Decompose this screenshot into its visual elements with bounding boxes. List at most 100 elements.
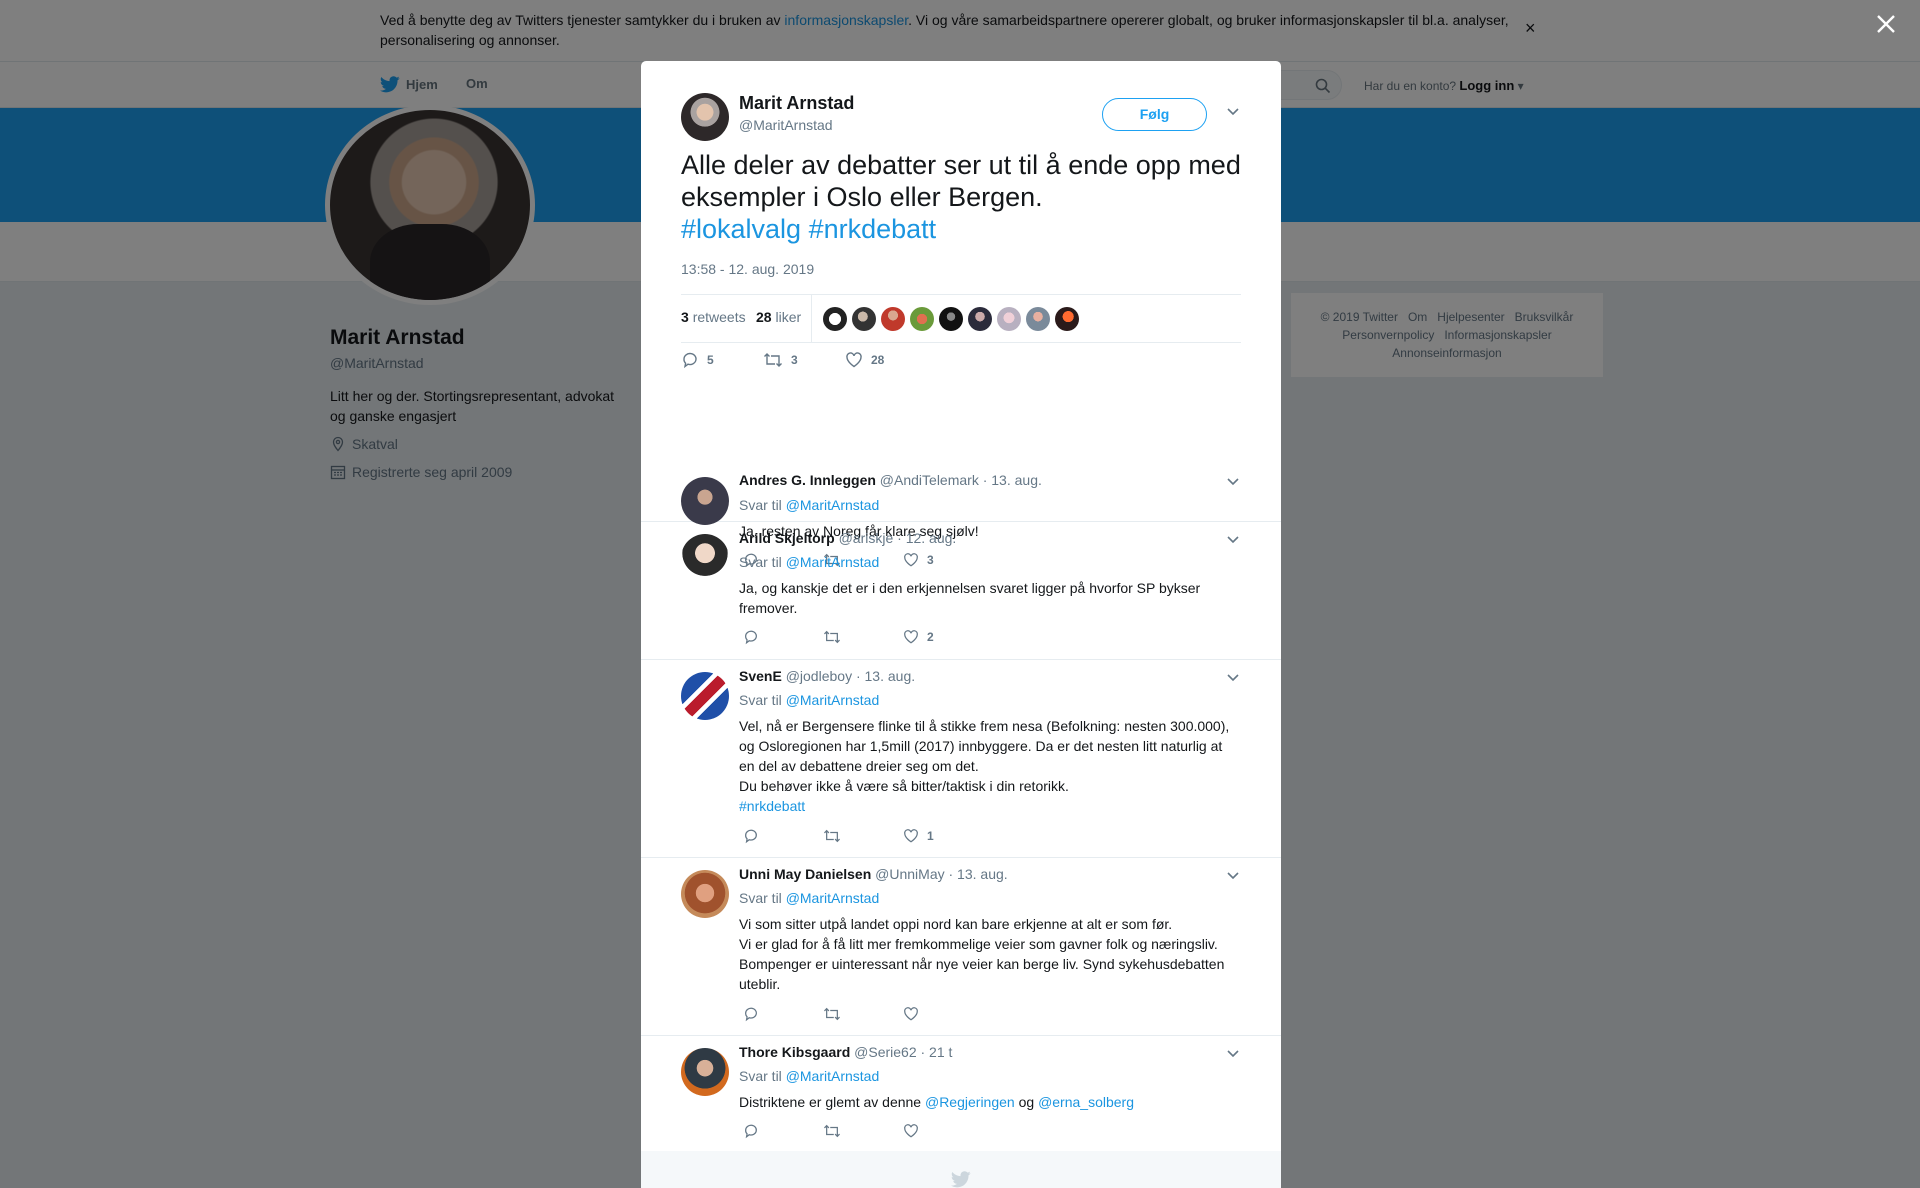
reply-author-handle[interactable]: @ariskje: [839, 530, 894, 546]
retweet-icon: [824, 630, 840, 644]
like-button[interactable]: [903, 1006, 983, 1022]
hashtag-link[interactable]: #nrkdebatt: [809, 214, 937, 244]
reply-count: 5: [707, 353, 714, 367]
reply-date[interactable]: · 12. aug.: [897, 530, 956, 546]
reply-date[interactable]: · 13. aug.: [983, 472, 1042, 488]
mention-link[interactable]: @erna_solberg: [1038, 1094, 1134, 1110]
avatar[interactable]: [910, 307, 934, 331]
avatar[interactable]: [681, 93, 729, 141]
hashtag-link[interactable]: #lokalvalg: [681, 214, 801, 244]
reply-button[interactable]: [743, 1123, 823, 1139]
chevron-down-icon[interactable]: [1226, 1049, 1240, 1059]
retweet-button[interactable]: [823, 1006, 903, 1022]
avatar[interactable]: [823, 307, 847, 331]
reply-text: Vi som sitter utpå landet oppi nord kan …: [739, 914, 1239, 994]
reply-button[interactable]: [743, 1006, 823, 1022]
chevron-down-icon[interactable]: [1226, 477, 1240, 487]
avatar[interactable]: [681, 1048, 729, 1096]
reply-to-label: Svar til: [739, 1068, 782, 1084]
reply-button[interactable]: 5: [681, 351, 763, 369]
reply-date[interactable]: · 13. aug.: [949, 866, 1008, 882]
reply-to: Svar til @MaritArnstad: [739, 554, 879, 570]
reply-text-line: og: [1018, 1094, 1035, 1110]
reply-author-name[interactable]: SvenE: [739, 668, 782, 684]
reply-to-label: Svar til: [739, 692, 782, 708]
reply-tweet[interactable]: Arild Skjeltorp @ariskje · 12. aug. Svar…: [641, 522, 1281, 660]
reply-to: Svar til @MaritArnstad: [739, 497, 879, 513]
hashtag-link[interactable]: #nrkdebatt: [739, 798, 805, 814]
reply-author-name[interactable]: Thore Kibsgaard: [739, 1044, 850, 1060]
avatar[interactable]: [852, 307, 876, 331]
reply-text-line: Du behøver ikke å være så bitter/taktisk…: [739, 778, 1069, 794]
avatar[interactable]: [681, 672, 729, 720]
likes-stat[interactable]: 28 liker: [756, 309, 801, 325]
tweet-timestamp: 13:58 - 12. aug. 2019: [681, 261, 815, 277]
mention-link[interactable]: @MaritArnstad: [786, 554, 880, 570]
mention-link[interactable]: @MaritArnstad: [786, 497, 880, 513]
mention-link[interactable]: @MaritArnstad: [786, 692, 880, 708]
tweet-text: Alle deler av debatter ser ut til å ende…: [681, 149, 1241, 245]
reply-icon: [745, 829, 757, 844]
mention-link[interactable]: @Regjeringen: [925, 1094, 1015, 1110]
reply-text: Ja, og kanskje det er i den erkjennelsen…: [739, 580, 1201, 616]
reply-tweet[interactable]: Unni May Danielsen @UnniMay · 13. aug. S…: [641, 858, 1281, 1036]
reply-date[interactable]: · 13. aug.: [856, 668, 915, 684]
heart-icon: [904, 1007, 918, 1021]
reply-icon: [745, 1007, 757, 1022]
chevron-down-icon[interactable]: [1226, 673, 1240, 683]
reply-date[interactable]: · 21 t: [921, 1044, 953, 1060]
tweet-author-handle[interactable]: @MaritArnstad: [739, 117, 833, 133]
tweet-text-body: Alle deler av debatter ser ut til å ende…: [681, 150, 1241, 212]
avatar[interactable]: [968, 307, 992, 331]
avatar[interactable]: [881, 307, 905, 331]
tweet-modal: Marit Arnstad @MaritArnstad Følg Alle de…: [641, 61, 1281, 1188]
reply-actions: [743, 1006, 983, 1022]
tweet-actions: 5 3 28: [681, 351, 927, 369]
chevron-down-icon[interactable]: [1226, 107, 1240, 117]
avatar[interactable]: [939, 307, 963, 331]
reply-to-label: Svar til: [739, 890, 782, 906]
reply-actions: 1: [743, 828, 983, 844]
chevron-down-icon[interactable]: [1226, 871, 1240, 881]
tweet-author-name[interactable]: Marit Arnstad: [739, 93, 854, 114]
reply-button[interactable]: [743, 828, 823, 844]
like-button[interactable]: 2: [903, 629, 983, 645]
retweet-button[interactable]: [823, 629, 903, 645]
close-icon[interactable]: [1874, 12, 1898, 36]
reply-tweet[interactable]: Andres G. Innleggen @AndiTelemark · 13. …: [641, 417, 1281, 568]
avatar[interactable]: [681, 477, 729, 525]
reply-author-handle[interactable]: @jodleboy: [786, 668, 852, 684]
reply-author-handle[interactable]: @Serie62: [854, 1044, 916, 1060]
like-count: 28: [871, 353, 885, 367]
avatar[interactable]: [1055, 307, 1079, 331]
reply-author-handle[interactable]: @UnniMay: [875, 866, 944, 882]
retweet-button[interactable]: [823, 828, 903, 844]
likes-count: 28: [756, 309, 772, 325]
retweet-stat[interactable]: 3 retweets: [681, 309, 746, 325]
tweet-stats: 3 retweets 28 liker: [681, 294, 1241, 343]
mention-link[interactable]: @MaritArnstad: [786, 890, 880, 906]
reply-tweet[interactable]: Thore Kibsgaard @Serie62 · 21 t Svar til…: [641, 1036, 1281, 1151]
retweet-button[interactable]: [823, 1123, 903, 1139]
avatar[interactable]: [1026, 307, 1050, 331]
reply-author-handle[interactable]: @AndiTelemark: [880, 472, 979, 488]
reply-header: Arild Skjeltorp @ariskje · 12. aug.: [739, 530, 956, 546]
reply-author-name[interactable]: Arild Skjeltorp: [739, 530, 835, 546]
reply-icon: [745, 630, 757, 645]
like-button[interactable]: [903, 1123, 983, 1139]
follow-button[interactable]: Følg: [1102, 98, 1207, 131]
stats-divider: [811, 295, 812, 342]
like-button[interactable]: 1: [903, 828, 983, 844]
chevron-down-icon[interactable]: [1226, 535, 1240, 545]
avatar[interactable]: [681, 534, 729, 582]
reply-author-name[interactable]: Andres G. Innleggen: [739, 472, 876, 488]
reply-button[interactable]: [743, 629, 823, 645]
mention-link[interactable]: @MaritArnstad: [786, 1068, 880, 1084]
retweet-button[interactable]: 3: [763, 351, 845, 369]
heart-icon: [904, 829, 918, 843]
reply-author-name[interactable]: Unni May Danielsen: [739, 866, 871, 882]
avatar[interactable]: [997, 307, 1021, 331]
reply-tweet[interactable]: SvenE @jodleboy · 13. aug. Svar til @Mar…: [641, 660, 1281, 858]
like-button[interactable]: 28: [845, 351, 927, 369]
avatar[interactable]: [681, 870, 729, 918]
